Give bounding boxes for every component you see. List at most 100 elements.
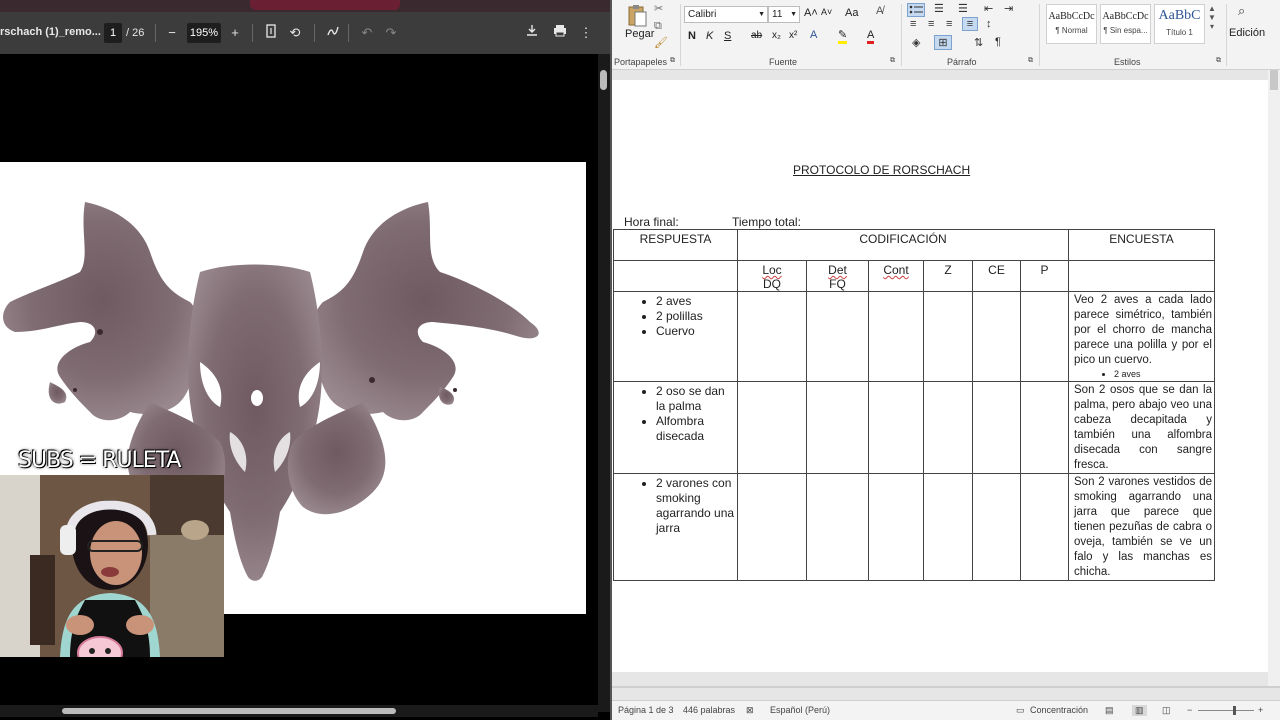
highlight-icon[interactable]: ✎ [838,29,848,44]
dialog-launcher-icon[interactable]: ⧉ [1216,57,1221,65]
sort-icon[interactable]: ⇅ [974,36,983,49]
table-cell[interactable] [1068,260,1215,292]
table-cell[interactable] [737,291,807,382]
subheader-det-fq[interactable]: Det FQ [806,260,869,292]
paste-button[interactable]: Pegar [625,28,654,40]
zoom-out-icon[interactable]: − [1187,705,1192,715]
zoom-slider-handle[interactable] [1233,706,1236,715]
italic-button[interactable]: K [706,30,713,42]
zoom-out-button[interactable]: − [163,24,181,42]
style-heading-1[interactable]: AaBbC Título 1 [1154,4,1205,44]
language-status[interactable]: Español (Perú) [770,705,830,715]
table-cell[interactable] [806,291,869,382]
multilevel-list-icon[interactable]: ☰ [958,2,968,15]
dialog-launcher-icon[interactable]: ⧉ [670,57,675,65]
protocol-table[interactable]: RESPUESTA CODIFICACIÓN ENCUESTA Loc DQ De… [613,229,1215,581]
more-vert-icon[interactable]: ⋮ [577,24,595,42]
zoom-in-icon[interactable]: + [1258,705,1263,715]
zoom-level[interactable]: 195% [187,23,221,43]
table-cell[interactable] [868,473,924,581]
focus-icon[interactable]: ▭ [1016,705,1025,716]
subheader-loc-dq[interactable]: Loc DQ [737,260,807,292]
align-left-icon[interactable]: ≡ [910,18,916,30]
table-cell[interactable] [868,291,924,382]
annotate-icon[interactable] [324,24,342,42]
font-color-icon[interactable]: A [867,29,875,44]
redo-icon[interactable]: ↷ [382,24,400,42]
font-name-dropdown[interactable]: Calibri ▼ [684,6,768,23]
table-cell[interactable] [923,473,973,581]
proofing-icon[interactable]: ⊠ [746,705,754,716]
table-cell[interactable] [1020,473,1069,581]
table-cell[interactable] [737,381,807,474]
response-cell[interactable]: 2 oso se dan la palma Alfombra disecada [613,381,738,474]
table-cell[interactable] [806,473,869,581]
format-painter-icon[interactable]: 🖌 [654,36,668,49]
table-cell[interactable] [972,291,1021,382]
subheader-p[interactable]: P [1020,260,1069,292]
increase-indent-icon[interactable]: ⇥ [1004,2,1013,15]
decrease-indent-icon[interactable]: ⇤ [984,2,993,15]
bullets-button[interactable] [907,3,925,17]
font-size-dropdown[interactable]: 11 ▼ [768,6,800,23]
download-icon[interactable] [523,24,541,42]
line-spacing-icon[interactable]: ↕ [986,18,992,30]
table-cell[interactable] [972,381,1021,474]
copy-icon[interactable]: ⧉ [654,20,662,33]
print-layout-icon[interactable]: ▥ [1132,705,1147,716]
styles-scroll-icon[interactable]: ▲ ▼ ▾ [1208,4,1216,31]
table-cell[interactable] [868,381,924,474]
header-encuesta[interactable]: ENCUESTA [1068,229,1215,261]
fit-page-icon[interactable] [262,24,280,42]
justify-icon[interactable]: ≡ [962,17,978,31]
header-codificacion[interactable]: CODIFICACIÓN [737,229,1069,261]
pdf-vertical-scrollbar[interactable] [598,54,610,712]
read-mode-icon[interactable]: ▤ [1105,705,1114,716]
table-cell[interactable] [1020,291,1069,382]
dialog-launcher-icon[interactable]: ⧉ [890,57,895,65]
clear-format-icon[interactable]: A̸ [876,5,883,17]
table-cell[interactable] [806,381,869,474]
scroll-thumb[interactable] [600,70,607,90]
align-right-icon[interactable]: ≡ [946,18,952,30]
style-no-spacing[interactable]: AaBbCcDc ¶ Sin espa... [1100,4,1151,44]
page-number-input[interactable]: 1 [104,23,122,43]
scroll-thumb[interactable] [62,708,396,714]
bold-button[interactable]: N [688,30,696,42]
strikethrough-button[interactable]: ab [751,30,762,41]
numbering-icon[interactable]: ☰ [934,2,944,15]
underline-button[interactable]: S [724,30,731,42]
encuesta-cell[interactable]: Veo 2 aves a cada lado parece simétrico,… [1068,291,1215,382]
word-vertical-scrollbar[interactable] [1268,70,1280,686]
page-count-status[interactable]: Página 1 de 3 [618,705,674,715]
cut-icon[interactable]: ✂ [654,2,663,15]
superscript-button[interactable]: x² [789,30,797,41]
table-cell[interactable] [1020,381,1069,474]
undo-icon[interactable]: ↶ [358,24,376,42]
active-tab[interactable] [250,0,400,10]
zoom-in-button[interactable]: + [226,24,244,42]
table-cell[interactable] [923,381,973,474]
table-cell[interactable] [923,291,973,382]
subheader-z[interactable]: Z [923,260,973,292]
zoom-slider[interactable] [1198,710,1254,711]
header-respuesta[interactable]: RESPUESTA [613,229,738,261]
subheader-cont[interactable]: Cont [868,260,924,292]
web-layout-icon[interactable]: ◫ [1162,705,1171,716]
show-formatting-icon[interactable]: ¶ [995,36,1001,48]
pdf-horizontal-scrollbar[interactable] [0,705,598,717]
shrink-font-button[interactable]: A˅ [821,7,832,17]
table-cell[interactable] [613,260,738,292]
table-cell[interactable] [737,473,807,581]
align-center-icon[interactable]: ≡ [928,18,934,30]
encuesta-cell[interactable]: Son 2 osos que se dan la palma, pero aba… [1068,381,1215,474]
borders-icon[interactable]: ⊞ [934,35,952,50]
search-icon[interactable]: ⌕ [1238,3,1245,19]
document-page[interactable]: PROTOCOLO DE RORSCHACH Hora final: Tiemp… [612,80,1280,672]
scroll-thumb[interactable] [1270,70,1278,90]
focus-mode-button[interactable]: Concentración [1030,705,1088,715]
response-cell[interactable]: 2 varones con smoking agarrando una jarr… [613,473,738,581]
word-count-status[interactable]: 446 palabras [683,705,735,715]
editing-button[interactable]: Edición [1229,27,1265,39]
grow-font-button[interactable]: A˄ [804,7,818,19]
